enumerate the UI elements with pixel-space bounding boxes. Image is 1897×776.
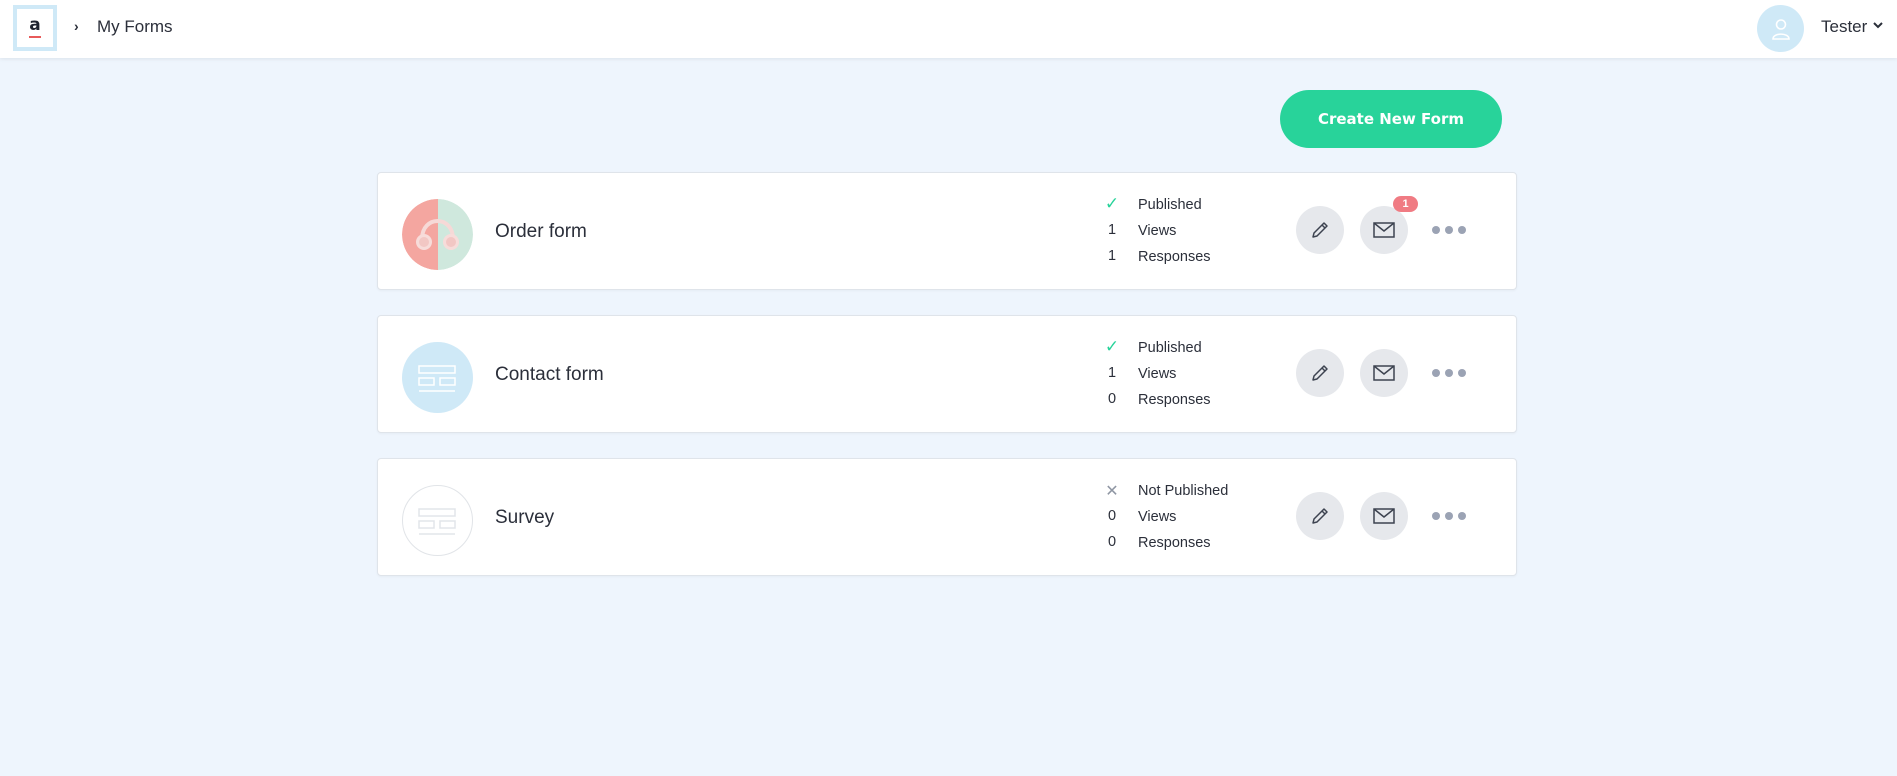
more-options-button[interactable] <box>1432 362 1466 384</box>
app-logo[interactable]: a <box>13 5 57 51</box>
responses-row: 1 Responses <box>1103 247 1273 273</box>
views-label: Views <box>1138 366 1177 382</box>
logo-letter: a <box>29 14 41 35</box>
responses-mail-button[interactable] <box>1360 349 1408 397</box>
user-icon <box>1771 18 1790 40</box>
status-row: ✓ Published <box>1103 337 1273 364</box>
form-stats: ✕ Not Published 0 Views 0 Responses <box>1103 481 1273 559</box>
more-dots-icon <box>1432 369 1440 377</box>
form-stats: ✓ Published 1 Views 1 Responses <box>1103 194 1273 273</box>
status-row: ✓ Published <box>1103 194 1273 221</box>
responses-row: 0 Responses <box>1103 390 1273 416</box>
logo-underline <box>29 35 41 38</box>
views-row: 1 Views <box>1103 221 1273 247</box>
create-new-form-button[interactable]: Create New Form <box>1280 90 1502 148</box>
responses-count: 0 <box>1107 534 1117 550</box>
responses-mail-button[interactable] <box>1360 206 1408 254</box>
form-stats: ✓ Published 1 Views 0 Responses <box>1103 337 1273 416</box>
status-label: Published <box>1138 340 1202 356</box>
more-options-button[interactable] <box>1432 219 1466 241</box>
status-label: Not Published <box>1138 483 1229 499</box>
edit-button[interactable] <box>1296 349 1344 397</box>
responses-count: 0 <box>1107 391 1117 407</box>
form-card-order[interactable]: Order form ✓ Published 1 Views 1 Respons… <box>377 172 1517 290</box>
envelope-icon <box>1373 365 1395 381</box>
check-icon: ✓ <box>1104 194 1120 213</box>
envelope-icon <box>1373 508 1395 524</box>
check-icon: ✓ <box>1104 337 1120 356</box>
views-count: 0 <box>1107 508 1117 524</box>
more-options-button[interactable] <box>1432 505 1466 527</box>
responses-row: 0 Responses <box>1103 533 1273 559</box>
envelope-icon <box>1373 222 1395 238</box>
headphones-illustration-icon <box>402 199 473 270</box>
views-label: Views <box>1138 509 1177 525</box>
status-label: Published <box>1138 197 1202 213</box>
form-card-survey[interactable]: Survey ✕ Not Published 0 Views 0 Respons… <box>377 458 1517 576</box>
new-responses-badge: 1 <box>1393 196 1418 212</box>
chevron-down-icon[interactable] <box>1872 21 1884 29</box>
edit-button[interactable] <box>1296 492 1344 540</box>
views-count: 1 <box>1107 222 1117 238</box>
pencil-icon <box>1312 365 1328 381</box>
user-name[interactable]: Tester <box>1821 17 1867 37</box>
responses-label: Responses <box>1138 535 1211 551</box>
top-bar: a › My Forms Tester <box>0 0 1897 58</box>
responses-mail-button[interactable] <box>1360 492 1408 540</box>
form-title[interactable]: Contact form <box>495 364 604 386</box>
edit-button[interactable] <box>1296 206 1344 254</box>
views-row: 1 Views <box>1103 364 1273 390</box>
pencil-icon <box>1312 508 1328 524</box>
user-avatar[interactable] <box>1757 5 1804 52</box>
breadcrumb-my-forms[interactable]: My Forms <box>97 17 173 37</box>
status-row: ✕ Not Published <box>1103 481 1273 507</box>
responses-label: Responses <box>1138 249 1211 265</box>
views-label: Views <box>1138 223 1177 239</box>
responses-label: Responses <box>1138 392 1211 408</box>
responses-count: 1 <box>1107 248 1117 264</box>
views-count: 1 <box>1107 365 1117 381</box>
form-title[interactable]: Survey <box>495 507 554 529</box>
form-layout-icon <box>402 342 473 413</box>
form-layout-outline-icon <box>402 485 473 556</box>
breadcrumb-chevron-icon: › <box>74 18 79 34</box>
more-dots-icon <box>1432 512 1440 520</box>
form-title[interactable]: Order form <box>495 221 587 243</box>
form-card-contact[interactable]: Contact form ✓ Published 1 Views 0 Respo… <box>377 315 1517 433</box>
cross-icon: ✕ <box>1105 483 1119 500</box>
more-dots-icon <box>1432 226 1440 234</box>
views-row: 0 Views <box>1103 507 1273 533</box>
pencil-icon <box>1312 222 1328 238</box>
